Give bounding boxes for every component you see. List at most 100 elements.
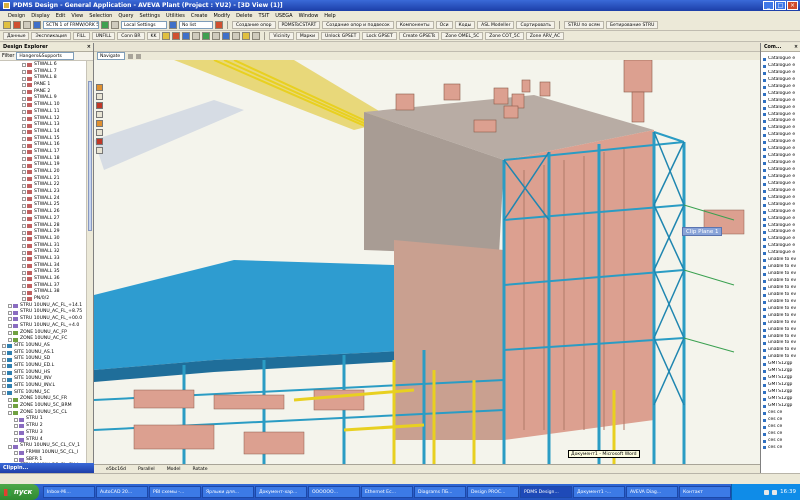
expand-toggle-icon[interactable]	[22, 63, 26, 68]
zoom-tool-icon[interactable]	[96, 84, 103, 91]
marks-button[interactable]: Марки	[295, 32, 320, 40]
explorer-tree[interactable]: STWALL 6 STWALL 7 STWALL 8 PANE 1 PANE 2 STWA…	[0, 61, 86, 463]
new-icon[interactable]	[23, 21, 31, 29]
tree-item[interactable]: STWALL 32	[0, 249, 86, 256]
expand-toggle-icon[interactable]	[22, 116, 26, 121]
clear-icon[interactable]	[215, 21, 223, 29]
zone-omel-button[interactable]: Zone OMEL_5C	[441, 32, 484, 40]
status-action[interactable]: Rotate	[193, 467, 208, 472]
tree-item[interactable]: ZONE 10UNU_5C_CL	[0, 410, 86, 417]
expand-toggle-icon[interactable]	[22, 190, 26, 195]
tag-combo[interactable]: No list	[179, 21, 213, 29]
expand-toggle-icon[interactable]	[22, 270, 26, 275]
tree-item[interactable]: STWALL 14	[0, 129, 86, 136]
menu-window[interactable]: Window	[299, 13, 319, 19]
tree-item[interactable]: STWALL 20	[0, 169, 86, 176]
expand-toggle-icon[interactable]	[22, 123, 26, 128]
asl-modeller-button[interactable]: ASL Modeller	[477, 21, 515, 29]
expand-toggle-icon[interactable]	[8, 324, 12, 329]
tree-item[interactable]: STWALL 35	[0, 269, 86, 276]
palette-icon[interactable]	[162, 32, 171, 40]
expand-toggle-icon[interactable]	[8, 411, 12, 416]
expand-toggle-icon[interactable]	[22, 223, 26, 228]
menu-edit[interactable]: Edit	[56, 13, 66, 19]
tree-item[interactable]: STWALL 27	[0, 216, 86, 223]
walk-tool-icon[interactable]	[96, 111, 103, 118]
volume-icon[interactable]	[772, 489, 778, 495]
tree-item[interactable]: STRU 10UNU_AC_FL_+4.0	[0, 323, 86, 330]
tree-item[interactable]: SITE 10UNU_ED.L	[0, 363, 86, 370]
pan-tool-icon[interactable]	[96, 93, 103, 100]
measure-icon[interactable]	[182, 32, 191, 40]
codes-button[interactable]: Коды	[454, 21, 476, 29]
taskbar-task-button[interactable]: Design PROC...	[466, 486, 519, 498]
vicinity-button[interactable]: Vicinity	[269, 32, 294, 40]
expand-toggle-icon[interactable]	[14, 437, 18, 442]
zone-arv-button[interactable]: Zone ARV_AC	[525, 32, 565, 40]
menu-modify[interactable]: Modify	[213, 13, 230, 19]
create-hangers-button[interactable]: Создание опор и подвесок	[322, 21, 394, 29]
tree-item[interactable]: STWALL 30	[0, 236, 86, 243]
expand-toggle-icon[interactable]	[14, 417, 18, 422]
expand-toggle-icon[interactable]	[22, 277, 26, 282]
expand-toggle-icon[interactable]	[22, 136, 26, 141]
tree-item[interactable]: STWALL 11	[0, 109, 86, 116]
menu-delete[interactable]: Delete	[236, 13, 252, 19]
section-icon[interactable]	[252, 32, 261, 40]
expand-toggle-icon[interactable]	[14, 431, 18, 436]
stru-axes-button[interactable]: STRU по осям	[564, 21, 604, 29]
expand-toggle-icon[interactable]	[22, 143, 26, 148]
look-tool-icon[interactable]	[96, 129, 103, 136]
view-option-icon[interactable]	[128, 53, 133, 59]
wireframe-icon[interactable]	[192, 32, 201, 40]
expand-toggle-icon[interactable]	[2, 377, 6, 382]
close-icon[interactable]: ×	[87, 43, 91, 51]
expand-toggle-icon[interactable]	[8, 304, 12, 309]
minimize-button[interactable]: _	[763, 1, 774, 10]
conn-br-button[interactable]: Conn BR	[117, 32, 145, 40]
walk-icon[interactable]	[202, 32, 211, 40]
tree-item[interactable]: SITE 10UNU_AS	[0, 343, 86, 350]
navigate-icon[interactable]	[101, 21, 109, 29]
stop-icon[interactable]	[13, 21, 21, 29]
pdms-cstart-button[interactable]: PDMSToCSTART	[277, 21, 321, 29]
menu-display[interactable]: Display	[31, 13, 49, 19]
view-icon[interactable]	[169, 21, 177, 29]
taskbar-task-button[interactable]: Документ1 -...	[572, 486, 625, 498]
navigate-combo[interactable]: Navigate	[97, 52, 125, 60]
menu-help[interactable]: Help	[324, 13, 335, 19]
tree-item[interactable]: STWALL 23	[0, 189, 86, 196]
zoom-icon[interactable]	[222, 32, 231, 40]
expand-toggle-icon[interactable]	[8, 337, 12, 342]
lock-gpset-button[interactable]: Lock GPSET	[362, 32, 397, 40]
tree-item[interactable]: ZONE 10UNU_5C_BRM	[0, 403, 86, 410]
close-icon[interactable]: ×	[794, 43, 798, 51]
limits-icon[interactable]	[242, 32, 251, 40]
start-button[interactable]: пуск	[0, 484, 39, 500]
expand-toggle-icon[interactable]	[22, 257, 26, 262]
expand-toggle-icon[interactable]	[2, 384, 6, 389]
tree-item[interactable]: ZONE 10UNU_AC_FC	[0, 336, 86, 343]
expand-toggle-icon[interactable]	[22, 70, 26, 75]
expand-toggle-icon[interactable]	[22, 76, 26, 81]
expand-toggle-icon[interactable]	[22, 163, 26, 168]
menu-create[interactable]: Create	[191, 13, 208, 19]
menu-view[interactable]: View	[71, 13, 83, 19]
tree-item[interactable]: PANE 1	[0, 82, 86, 89]
expand-toggle-icon[interactable]	[22, 290, 26, 295]
rotate-icon[interactable]	[232, 32, 241, 40]
taskbar-task-button[interactable]: Ярлыки для...	[201, 486, 254, 498]
expand-toggle-icon[interactable]	[22, 243, 26, 248]
close-button[interactable]: ×	[787, 1, 798, 10]
tree-item[interactable]: STWALL 33	[0, 256, 86, 263]
data-button[interactable]: Данные	[3, 32, 30, 40]
menu-query[interactable]: Query	[118, 13, 133, 19]
clip-plane-label[interactable]: Clip Plane 1	[682, 227, 723, 236]
tree-item[interactable]: STWALL 10	[0, 102, 86, 109]
tree-item[interactable]: STWALL 6	[0, 62, 86, 69]
fly-tool-icon[interactable]	[96, 120, 103, 127]
tree-item[interactable]: SITE 10UNU_INV	[0, 376, 86, 383]
color-icon[interactable]	[172, 32, 181, 40]
command-output-list[interactable]: Catalogue e Catalogue e Catalogue e Catalog…	[761, 52, 800, 451]
status-mode[interactable]: Model	[167, 467, 181, 472]
